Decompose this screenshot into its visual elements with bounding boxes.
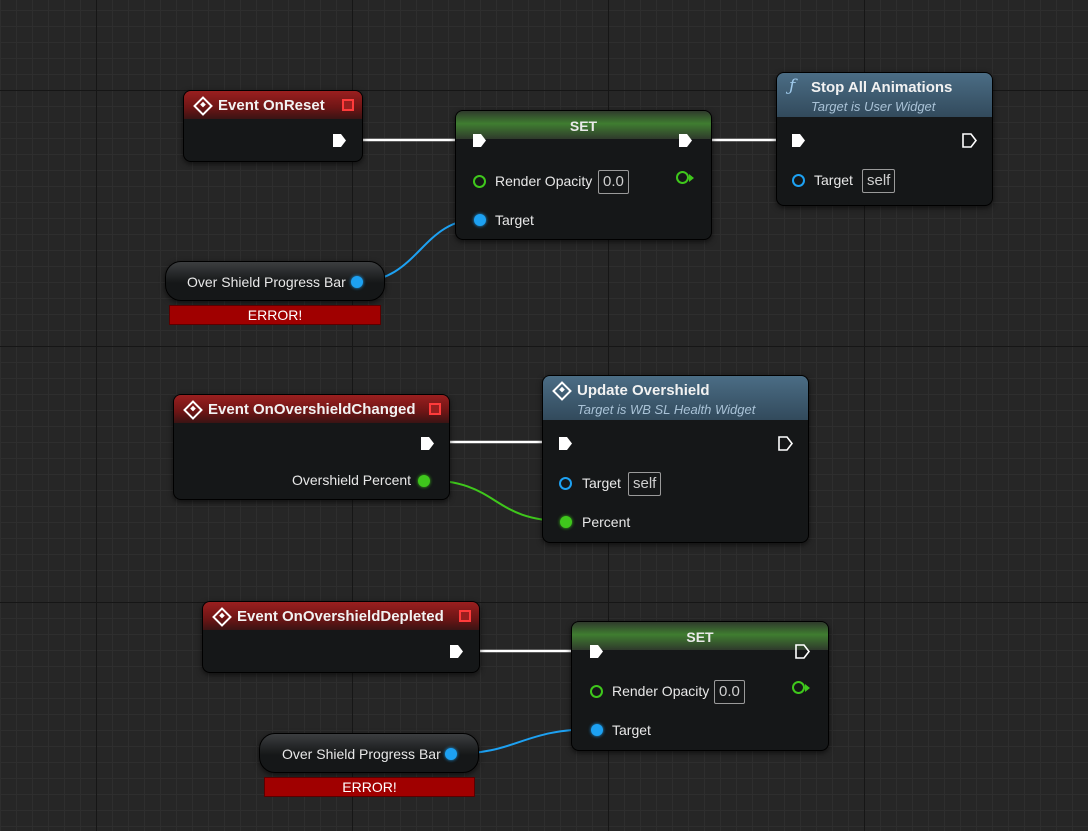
- node-title: Event OnReset: [218, 97, 325, 114]
- overshield-percent-out-pin[interactable]: [418, 475, 430, 487]
- render-opacity-input[interactable]: 0.0: [598, 170, 629, 194]
- target-label: Target: [582, 475, 621, 491]
- exec-out-pin[interactable]: [420, 436, 435, 451]
- delegate-pin-icon[interactable]: [429, 403, 441, 415]
- event-diamond-icon: [193, 96, 213, 116]
- exec-out-pin[interactable]: [962, 133, 977, 148]
- target-self-input[interactable]: self: [628, 472, 662, 496]
- delegate-pin-icon[interactable]: [459, 610, 471, 622]
- event-on-reset-node[interactable]: Event OnReset: [183, 90, 363, 162]
- render-opacity-input[interactable]: 0.0: [714, 680, 745, 704]
- target-in-pin[interactable]: [474, 214, 486, 226]
- render-opacity-out-pin[interactable]: [792, 681, 810, 694]
- target-self-input[interactable]: self: [862, 169, 896, 193]
- exec-out-pin[interactable]: [678, 133, 693, 148]
- exec-in-pin[interactable]: [472, 133, 487, 148]
- render-opacity-in-pin[interactable]: [590, 685, 603, 698]
- node-header: SET: [572, 622, 828, 650]
- event-on-overshield-depleted-node[interactable]: Event OnOvershieldDepleted: [202, 601, 480, 673]
- error-badge: ERROR!: [264, 777, 475, 797]
- event-diamond-icon: [212, 607, 232, 627]
- node-header: Event OnOvershieldChanged: [174, 395, 449, 423]
- object-out-pin[interactable]: [445, 748, 457, 760]
- event-on-overshield-changed-node[interactable]: Event OnOvershieldChanged Overshield Per…: [173, 394, 450, 500]
- percent-in-pin[interactable]: [560, 516, 572, 528]
- stop-all-animations-node[interactable]: ƒ Stop All Animations Target is User Wid…: [776, 72, 993, 206]
- node-header: Event OnOvershieldDepleted: [203, 602, 479, 630]
- percent-label: Percent: [582, 514, 631, 530]
- node-header: ƒ Stop All Animations Target is User Wid…: [777, 73, 992, 117]
- error-badge: ERROR!: [169, 305, 381, 325]
- node-subtitle: Target is WB SL Health Widget: [577, 402, 756, 417]
- set-render-opacity-node[interactable]: SET Render Opacity 0.0 Target: [571, 621, 829, 751]
- target-in-pin[interactable]: [792, 174, 805, 187]
- exec-in-pin[interactable]: [791, 133, 806, 148]
- node-title: SET: [569, 118, 598, 134]
- target-in-pin[interactable]: [591, 724, 603, 736]
- target-label: Target: [814, 172, 853, 188]
- node-header: Event OnReset: [184, 91, 362, 119]
- exec-out-pin[interactable]: [778, 436, 793, 451]
- set-render-opacity-node[interactable]: SET Render Opacity 0.0 Target: [455, 110, 712, 240]
- node-title: Update Overshield: [577, 382, 710, 399]
- function-diamond-icon: [552, 381, 572, 401]
- exec-out-pin[interactable]: [332, 133, 347, 148]
- over-shield-progress-bar-getter[interactable]: Over Shield Progress Bar: [259, 733, 479, 773]
- getter-label: Over Shield Progress Bar: [282, 746, 441, 762]
- node-title: Event OnOvershieldDepleted: [237, 608, 444, 625]
- exec-in-pin[interactable]: [558, 436, 573, 451]
- node-title: Event OnOvershieldChanged: [208, 401, 416, 418]
- target-label: Target: [495, 212, 534, 228]
- node-header: SET: [456, 111, 711, 139]
- node-title: Stop All Animations: [811, 79, 953, 96]
- over-shield-progress-bar-getter[interactable]: Over Shield Progress Bar: [165, 261, 385, 301]
- object-out-pin[interactable]: [351, 276, 363, 288]
- update-overshield-node[interactable]: Update Overshield Target is WB SL Health…: [542, 375, 809, 543]
- node-subtitle: Target is User Widget: [811, 99, 936, 114]
- render-opacity-label: Render Opacity: [612, 683, 710, 699]
- target-label: Target: [612, 722, 651, 738]
- exec-out-pin[interactable]: [449, 644, 464, 659]
- function-icon: ƒ: [789, 76, 796, 96]
- event-diamond-icon: [183, 400, 203, 420]
- render-opacity-label: Render Opacity: [495, 173, 593, 189]
- render-opacity-out-pin[interactable]: [676, 171, 694, 184]
- render-opacity-in-pin[interactable]: [473, 175, 486, 188]
- overshield-percent-label: Overshield Percent: [292, 472, 412, 488]
- node-header: Update Overshield Target is WB SL Health…: [543, 376, 808, 420]
- delegate-pin-icon[interactable]: [342, 99, 354, 111]
- target-in-pin[interactable]: [559, 477, 572, 490]
- node-title: SET: [686, 629, 714, 645]
- getter-label: Over Shield Progress Bar: [187, 274, 346, 290]
- exec-in-pin[interactable]: [589, 644, 604, 659]
- exec-out-pin[interactable]: [795, 644, 810, 659]
